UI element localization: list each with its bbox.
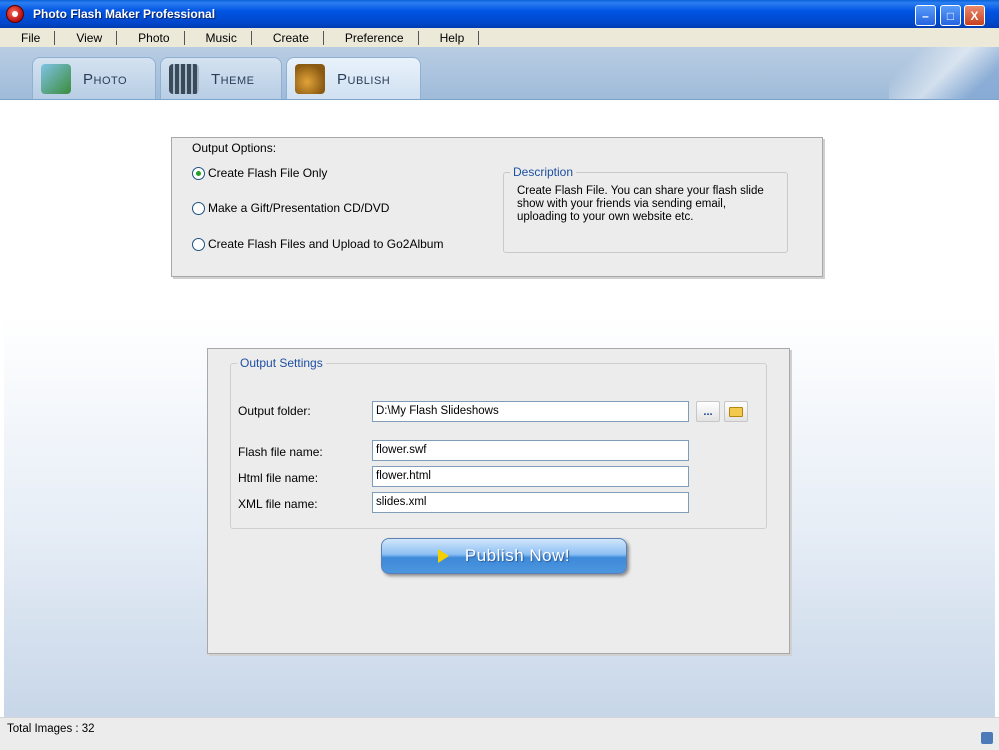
option-upload-label: Create Flash Files and Upload to Go2Albu… [208, 237, 444, 251]
option-flash-only-label: Create Flash File Only [208, 166, 328, 180]
menu-create[interactable]: Create [252, 30, 324, 45]
output-settings-legend: Output Settings [237, 356, 326, 370]
menu-bar: File View Photo Music Create Preference … [0, 28, 999, 47]
banner-decoration [889, 47, 999, 99]
tab-theme[interactable]: Theme [160, 57, 282, 99]
menu-file[interactable]: File [0, 30, 56, 45]
tab-theme-label: Theme [211, 70, 255, 88]
output-settings-panel: Output Settings Output folder: D:\My Fla… [207, 348, 790, 654]
output-folder-label: Output folder: [238, 404, 311, 418]
play-icon [437, 549, 449, 563]
app-icon[interactable] [6, 5, 24, 23]
status-bar: Total Images : 32 [0, 717, 999, 750]
tab-photo-label: Photo [83, 70, 128, 88]
xml-file-input[interactable]: slides.xml [372, 492, 689, 513]
radio-gift-cd[interactable] [192, 201, 205, 215]
tab-photo[interactable]: Photo [32, 57, 156, 99]
resize-grip-icon[interactable] [981, 732, 993, 744]
close-button[interactable]: X [964, 5, 985, 26]
flash-file-label: Flash file name: [238, 445, 323, 459]
menu-view[interactable]: View [55, 30, 118, 45]
flash-file-input[interactable]: flower.swf [372, 440, 689, 461]
menu-preference[interactable]: Preference [324, 30, 419, 45]
menu-photo[interactable]: Photo [117, 30, 185, 45]
tab-publish-label: Publish [337, 70, 391, 88]
photo-icon [41, 64, 71, 94]
tab-publish[interactable]: Publish [286, 57, 421, 99]
description-text: Create Flash File. You can share your fl… [517, 185, 764, 223]
option-gift-cd-label: Make a Gift/Presentation CD/DVD [208, 201, 390, 215]
output-settings-group: Output Settings Output folder: D:\My Fla… [230, 356, 767, 529]
option-gift-cd[interactable]: Make a Gift/Presentation CD/DVD [192, 201, 389, 215]
output-options-title: Output Options: [192, 141, 277, 155]
option-upload-go2album[interactable]: Create Flash Files and Upload to Go2Albu… [192, 237, 443, 251]
tab-bar: Photo Theme Publish [0, 47, 999, 100]
html-file-input[interactable]: flower.html [372, 466, 689, 487]
radio-flash-only[interactable] [192, 166, 205, 180]
publish-icon [295, 64, 325, 94]
publish-page: Output Options: Create Flash File Only M… [4, 100, 995, 717]
maximize-button[interactable]: □ [940, 5, 961, 26]
description-box: Description Create Flash File. You can s… [503, 165, 788, 253]
description-legend: Description [510, 165, 577, 179]
total-images-status: Total Images : 32 [7, 723, 95, 735]
xml-file-label: XML file name: [238, 497, 318, 511]
output-options-panel: Output Options: Create Flash File Only M… [171, 137, 823, 277]
menu-help[interactable]: Help [419, 30, 480, 45]
minimize-button[interactable]: – [915, 5, 936, 26]
title-bar: Photo Flash Maker Professional – □ X [0, 0, 999, 28]
folder-icon [729, 406, 743, 417]
radio-upload-go2album[interactable] [192, 237, 205, 251]
menu-music[interactable]: Music [185, 30, 252, 45]
film-icon [169, 64, 199, 94]
option-flash-only[interactable]: Create Flash File Only [192, 166, 327, 180]
output-folder-input[interactable]: D:\My Flash Slideshows [372, 401, 689, 422]
publish-now-button[interactable]: Publish Now! [381, 538, 627, 574]
browse-button[interactable]: ... [696, 401, 720, 422]
html-file-label: Html file name: [238, 471, 319, 485]
window-title: Photo Flash Maker Professional [33, 7, 216, 21]
open-folder-button[interactable] [724, 401, 748, 422]
publish-now-label: Publish Now! [464, 546, 571, 565]
